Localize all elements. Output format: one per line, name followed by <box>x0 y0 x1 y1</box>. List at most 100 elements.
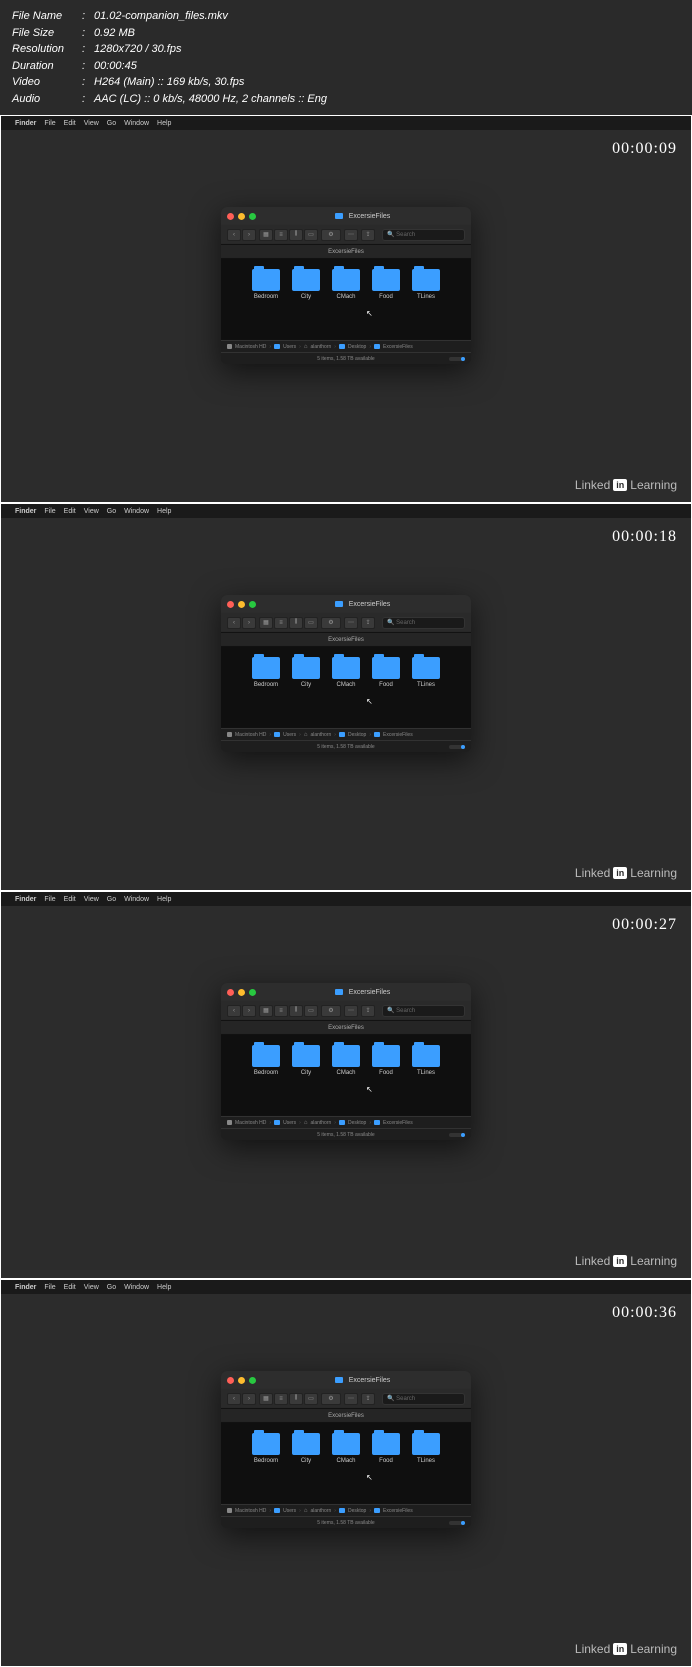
action-button[interactable]: ⋯ <box>344 1392 358 1404</box>
tab[interactable]: ExcersieFiles <box>318 634 374 644</box>
view-gallery-button[interactable]: ▭ <box>304 228 318 240</box>
menu-item[interactable]: Edit <box>64 508 76 515</box>
arrange-button[interactable]: ⚙ <box>321 1004 341 1016</box>
search-input[interactable]: 🔍 Search <box>382 1392 465 1404</box>
path-segment[interactable]: Macintosh HD <box>235 1119 266 1125</box>
path-segment[interactable]: ExcersieFiles <box>383 1119 413 1125</box>
path-segment[interactable]: Macintosh HD <box>235 1507 266 1513</box>
path-segment[interactable]: Users <box>283 1119 296 1125</box>
menu-item[interactable]: Window <box>124 1284 149 1291</box>
view-column-button[interactable]: ⫼ <box>289 1004 303 1016</box>
view-gallery-button[interactable]: ▭ <box>304 616 318 628</box>
path-segment[interactable]: ExcersieFiles <box>383 731 413 737</box>
view-column-button[interactable]: ⫼ <box>289 1392 303 1404</box>
search-input[interactable]: 🔍 Search <box>382 1004 465 1016</box>
folder-item[interactable]: Bedroom <box>252 1045 280 1076</box>
action-button[interactable]: ⋯ <box>344 228 358 240</box>
path-segment[interactable]: Macintosh HD <box>235 731 266 737</box>
titlebar[interactable]: ExcersieFiles <box>221 983 471 1001</box>
action-button[interactable]: ⋯ <box>344 1004 358 1016</box>
menu-item[interactable]: Go <box>107 896 116 903</box>
close-button[interactable] <box>227 600 234 607</box>
view-icon-button[interactable]: ▦ <box>259 1004 273 1016</box>
folder-content[interactable]: Bedroom City CMach Food TLines ↖ <box>221 259 471 340</box>
app-name[interactable]: Finder <box>15 896 36 903</box>
folder-content[interactable]: Bedroom City CMach Food TLines ↖ <box>221 647 471 728</box>
path-segment[interactable]: Users <box>283 1507 296 1513</box>
tab[interactable]: ExcersieFiles <box>318 246 374 256</box>
menu-item[interactable]: Edit <box>64 120 76 127</box>
titlebar[interactable]: ExcersieFiles <box>221 595 471 613</box>
path-segment[interactable]: alanthorn <box>310 1119 331 1125</box>
menu-item[interactable]: View <box>84 508 99 515</box>
view-list-button[interactable]: ≡ <box>274 1392 288 1404</box>
path-segment[interactable]: Desktop <box>348 731 366 737</box>
minimize-button[interactable] <box>238 212 245 219</box>
folder-item[interactable]: Food <box>372 269 400 300</box>
titlebar[interactable]: ExcersieFiles <box>221 1371 471 1389</box>
forward-button[interactable]: › <box>242 1392 256 1404</box>
path-segment[interactable]: Macintosh HD <box>235 343 266 349</box>
menu-item[interactable]: Window <box>124 508 149 515</box>
view-list-button[interactable]: ≡ <box>274 616 288 628</box>
menu-item[interactable]: Help <box>157 1284 171 1291</box>
path-segment[interactable]: Users <box>283 731 296 737</box>
folder-item[interactable]: TLines <box>412 269 440 300</box>
titlebar[interactable]: ExcersieFiles <box>221 207 471 225</box>
menu-item[interactable]: View <box>84 1284 99 1291</box>
app-name[interactable]: Finder <box>15 508 36 515</box>
view-gallery-button[interactable]: ▭ <box>304 1004 318 1016</box>
forward-button[interactable]: › <box>242 616 256 628</box>
back-button[interactable]: ‹ <box>227 1392 241 1404</box>
maximize-button[interactable] <box>249 212 256 219</box>
menu-item[interactable]: File <box>44 120 55 127</box>
share-button[interactable]: ⇪ <box>361 1004 375 1016</box>
folder-item[interactable]: TLines <box>412 1433 440 1464</box>
arrange-button[interactable]: ⚙ <box>321 228 341 240</box>
menu-item[interactable]: Go <box>107 1284 116 1291</box>
minimize-button[interactable] <box>238 988 245 995</box>
folder-item[interactable]: Bedroom <box>252 1433 280 1464</box>
forward-button[interactable]: › <box>242 1004 256 1016</box>
folder-item[interactable]: City <box>292 1433 320 1464</box>
path-segment[interactable]: alanthorn <box>310 343 331 349</box>
path-segment[interactable]: alanthorn <box>310 1507 331 1513</box>
folder-item[interactable]: Bedroom <box>252 269 280 300</box>
view-list-button[interactable]: ≡ <box>274 228 288 240</box>
view-column-button[interactable]: ⫼ <box>289 616 303 628</box>
path-segment[interactable]: Users <box>283 343 296 349</box>
search-input[interactable]: 🔍 Search <box>382 228 465 240</box>
back-button[interactable]: ‹ <box>227 228 241 240</box>
arrange-button[interactable]: ⚙ <box>321 1392 341 1404</box>
view-icon-button[interactable]: ▦ <box>259 616 273 628</box>
menu-item[interactable]: Help <box>157 120 171 127</box>
view-icon-button[interactable]: ▦ <box>259 228 273 240</box>
search-input[interactable]: 🔍 Search <box>382 616 465 628</box>
close-button[interactable] <box>227 212 234 219</box>
app-name[interactable]: Finder <box>15 1284 36 1291</box>
folder-item[interactable]: Food <box>372 1045 400 1076</box>
minimize-button[interactable] <box>238 600 245 607</box>
folder-item[interactable]: Food <box>372 1433 400 1464</box>
path-segment[interactable]: Desktop <box>348 343 366 349</box>
menu-item[interactable]: Go <box>107 120 116 127</box>
menu-item[interactable]: Edit <box>64 896 76 903</box>
folder-item[interactable]: CMach <box>332 1045 360 1076</box>
path-segment[interactable]: Desktop <box>348 1507 366 1513</box>
folder-item[interactable]: TLines <box>412 1045 440 1076</box>
close-button[interactable] <box>227 1376 234 1383</box>
view-column-button[interactable]: ⫼ <box>289 228 303 240</box>
folder-item[interactable]: City <box>292 657 320 688</box>
view-gallery-button[interactable]: ▭ <box>304 1392 318 1404</box>
action-button[interactable]: ⋯ <box>344 616 358 628</box>
path-segment[interactable]: alanthorn <box>310 731 331 737</box>
menu-item[interactable]: Help <box>157 896 171 903</box>
back-button[interactable]: ‹ <box>227 616 241 628</box>
menu-item[interactable]: View <box>84 896 99 903</box>
folder-item[interactable]: CMach <box>332 657 360 688</box>
folder-item[interactable]: Food <box>372 657 400 688</box>
menu-item[interactable]: Window <box>124 896 149 903</box>
menu-item[interactable]: File <box>44 1284 55 1291</box>
folder-item[interactable]: City <box>292 269 320 300</box>
menu-item[interactable]: File <box>44 896 55 903</box>
